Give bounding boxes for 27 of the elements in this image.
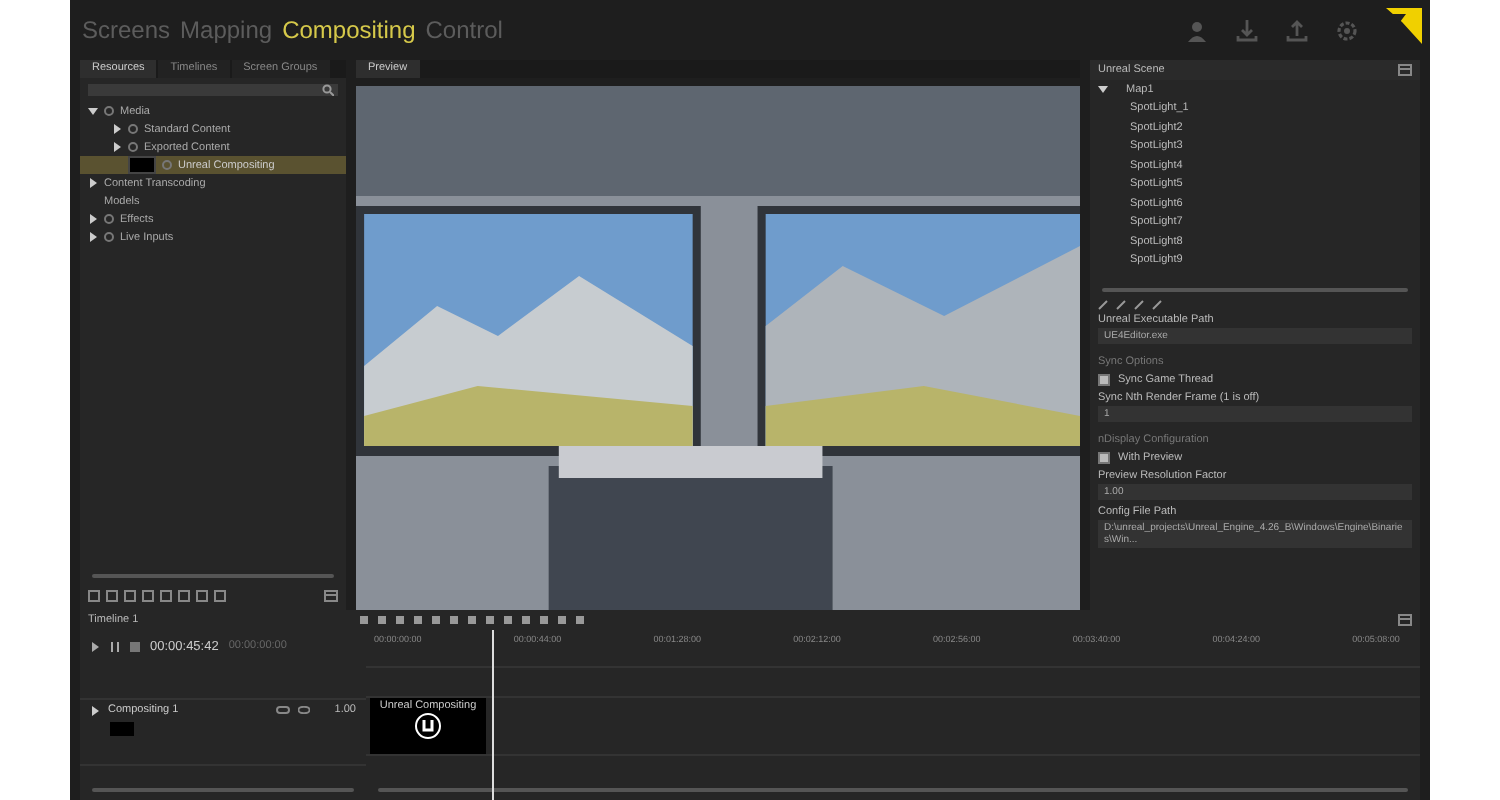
logo-icon xyxy=(414,712,442,740)
scrollbar[interactable] xyxy=(378,788,1408,792)
scrollbar[interactable] xyxy=(92,574,334,578)
panel-icon[interactable] xyxy=(1398,64,1412,76)
scrollbar[interactable] xyxy=(1102,288,1408,292)
expand-arrow-icon[interactable] xyxy=(112,124,122,134)
expand-arrow-icon[interactable] xyxy=(1098,84,1108,95)
expand-arrow-icon[interactable] xyxy=(112,142,122,152)
expand-arrow-icon[interactable] xyxy=(88,106,98,116)
checkbox[interactable] xyxy=(1098,452,1110,464)
link-icon[interactable] xyxy=(276,706,291,714)
expand-arrow-icon[interactable] xyxy=(88,178,98,188)
panel-icon[interactable] xyxy=(1398,614,1412,626)
pause-icon[interactable] xyxy=(110,641,120,651)
expand-arrow-icon[interactable] xyxy=(88,232,98,242)
play-icon[interactable] xyxy=(90,641,100,651)
panel-icon[interactable] xyxy=(324,590,338,602)
stop-icon[interactable] xyxy=(130,641,140,651)
nav-tab[interactable]: Compositing xyxy=(282,16,416,44)
scrollbar[interactable] xyxy=(92,788,354,792)
checkbox[interactable] xyxy=(1098,374,1110,386)
expand-arrow-icon[interactable] xyxy=(90,705,100,715)
search-field[interactable] xyxy=(88,84,338,96)
search-icon xyxy=(322,84,334,96)
expand-arrow-icon[interactable] xyxy=(88,214,98,224)
thumbnail-icon xyxy=(110,722,134,736)
logo-icon xyxy=(1386,8,1422,44)
